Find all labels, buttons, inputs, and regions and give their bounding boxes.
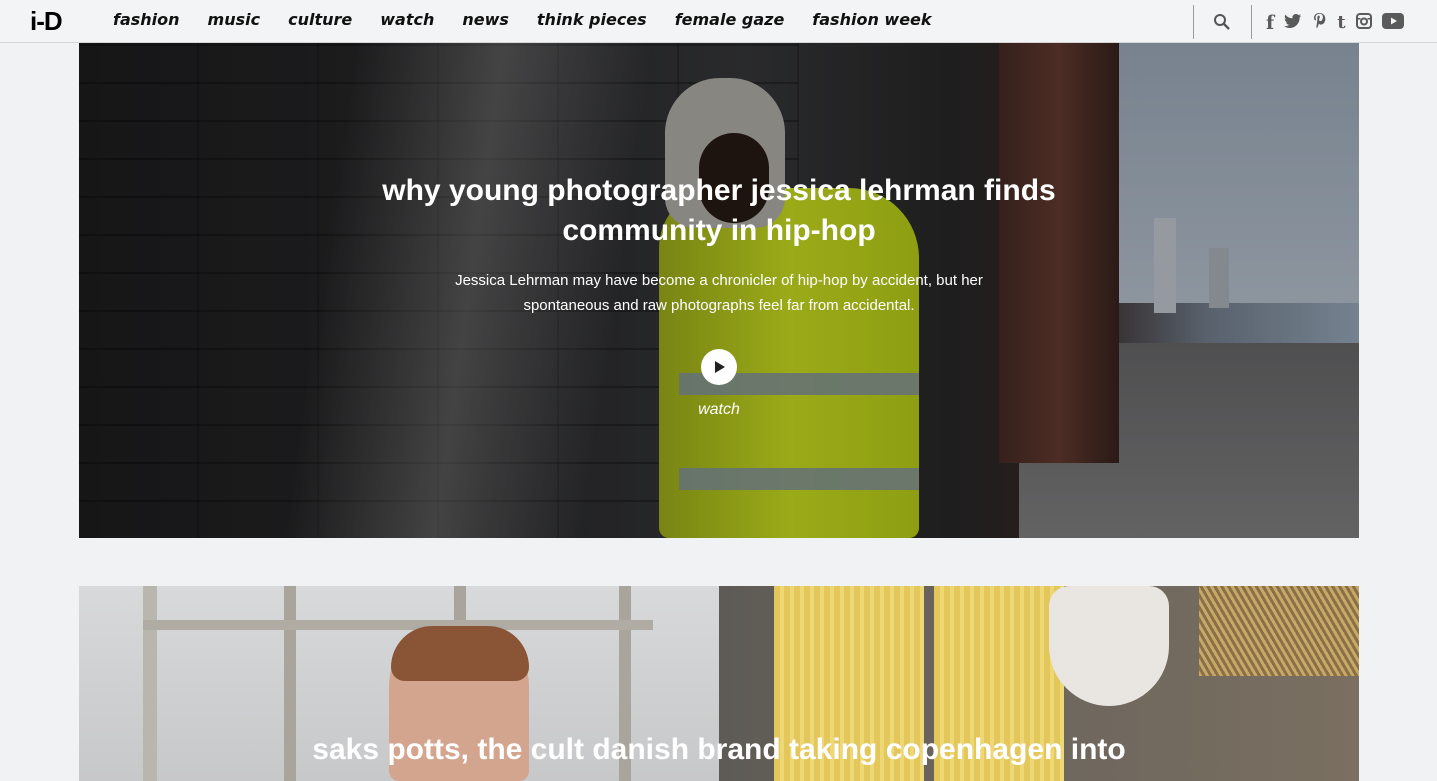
pinterest-icon[interactable] (1312, 12, 1327, 33)
article-card[interactable]: saks potts, the cult danish brand taking… (79, 586, 1359, 781)
youtube-icon[interactable] (1381, 12, 1404, 33)
nav-item-music[interactable]: music (208, 10, 261, 29)
search-icon[interactable] (1213, 13, 1231, 31)
article-title[interactable]: saks potts, the cult danish brand taking… (299, 730, 1139, 770)
watch-label[interactable]: watch (669, 401, 769, 419)
divider (1251, 5, 1252, 39)
divider (1193, 5, 1194, 39)
facebook-icon[interactable]: f (1266, 13, 1274, 33)
hero-title[interactable]: why young photographer jessica lehrman f… (319, 171, 1119, 251)
nav-item-fashion[interactable]: fashion (113, 10, 180, 29)
nav-item-think-pieces[interactable]: think pieces (537, 10, 647, 29)
main-nav: fashion music culture watch news think p… (113, 10, 960, 29)
twitter-icon[interactable] (1284, 13, 1302, 33)
nav-item-news[interactable]: news (462, 10, 509, 29)
nav-item-watch[interactable]: watch (380, 10, 434, 29)
nav-item-fashion-week[interactable]: fashion week (812, 10, 931, 29)
hero-card[interactable]: why young photographer jessica lehrman f… (79, 43, 1359, 538)
nav-item-culture[interactable]: culture (288, 10, 352, 29)
instagram-icon[interactable] (1355, 12, 1372, 33)
social-links: f t (1266, 12, 1414, 33)
play-icon[interactable] (701, 349, 737, 385)
site-logo[interactable]: i-D (30, 6, 63, 37)
hero-subtitle: Jessica Lehrman may have become a chroni… (455, 272, 983, 314)
site-header: i-D fashion music culture watch news thi… (0, 0, 1437, 43)
nav-item-female-gaze[interactable]: female gaze (675, 10, 785, 29)
tumblr-icon[interactable]: t (1337, 12, 1345, 33)
